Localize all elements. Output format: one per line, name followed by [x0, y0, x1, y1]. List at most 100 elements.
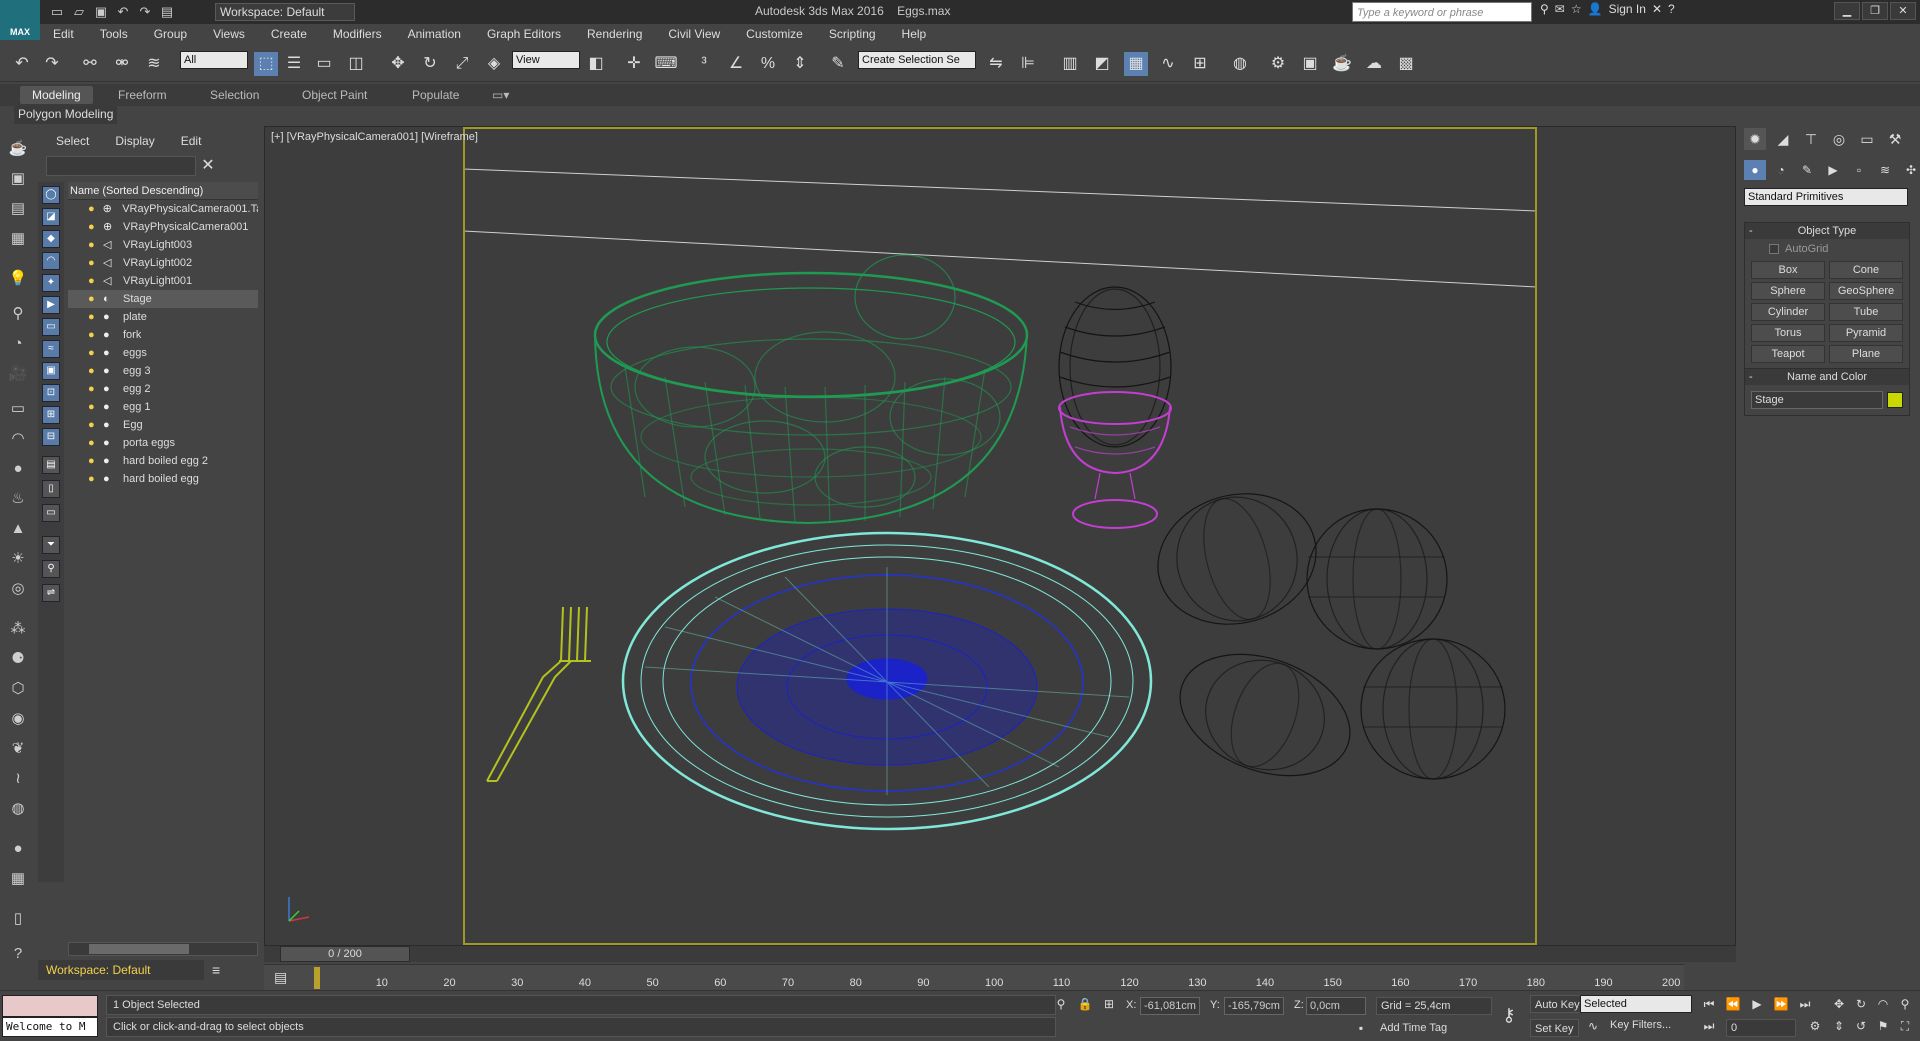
reference-coordinate-dropdown[interactable]: View: [512, 51, 580, 69]
workspace-selector[interactable]: Workspace: Default: [38, 960, 204, 980]
rectangular-selection-icon[interactable]: ▭: [312, 52, 336, 76]
sync-icon[interactable]: ⇌: [42, 584, 60, 602]
move-icon[interactable]: ✥: [386, 52, 410, 76]
utilities-tab-icon[interactable]: ⚒: [1884, 128, 1906, 150]
visibility-bulb-icon[interactable]: ●: [88, 239, 100, 251]
menu-views[interactable]: Views: [200, 27, 258, 41]
visibility-bulb-icon[interactable]: ●: [88, 473, 100, 485]
menu-group[interactable]: Group: [141, 27, 200, 41]
display-helpers-icon[interactable]: ▭: [42, 318, 60, 336]
play-icon[interactable]: ▶: [1748, 997, 1766, 1013]
visibility-bulb-icon[interactable]: ●: [88, 383, 100, 395]
utilities-icon[interactable]: ▯: [7, 908, 29, 930]
systems-category-icon[interactable]: ✣: [1900, 160, 1920, 180]
visibility-bulb-icon[interactable]: ●: [88, 419, 100, 431]
sign-in-link[interactable]: Sign In: [1609, 2, 1646, 16]
communication-center-icon[interactable]: ✉: [1555, 2, 1565, 16]
display-containers-icon[interactable]: ⊟: [42, 428, 60, 446]
display-shapes-icon[interactable]: ◠: [42, 252, 60, 270]
helpers-category-icon[interactable]: ▫: [1848, 160, 1870, 180]
viewport-label[interactable]: [+] [VRayPhysicalCamera001] [Wireframe]: [271, 131, 478, 143]
autogrid-checkbox[interactable]: AutoGrid: [1745, 239, 1909, 259]
pyramid-button[interactable]: Pyramid: [1829, 324, 1903, 342]
ribbon-options-icon[interactable]: ▭▾: [480, 86, 521, 104]
cameras-category-icon[interactable]: ▶: [1822, 160, 1844, 180]
menu-civil-view[interactable]: Civil View: [655, 27, 733, 41]
roll-icon[interactable]: ↺: [1852, 1019, 1870, 1035]
torus-button[interactable]: Torus: [1751, 324, 1825, 342]
z-coordinate-field[interactable]: 0,0cm: [1306, 997, 1366, 1015]
visibility-bulb-icon[interactable]: ●: [88, 221, 100, 233]
se-menu-select[interactable]: Select: [38, 134, 97, 152]
space-warp-icon[interactable]: ◔: [7, 333, 29, 355]
ribbon-panel-polygon-modeling[interactable]: Polygon Modeling: [14, 106, 118, 124]
geometry-category-icon[interactable]: ●: [1744, 160, 1766, 180]
scene-row[interactable]: ● ● egg 3: [68, 362, 258, 380]
checkbox-icon[interactable]: [1769, 244, 1779, 254]
se-menu-display[interactable]: Display: [97, 134, 162, 152]
close-button[interactable]: ✕: [1890, 2, 1916, 20]
display-cameras-icon[interactable]: ▶: [42, 296, 60, 314]
se-menu-edit[interactable]: Edit: [163, 134, 210, 152]
display-bones-icon[interactable]: ⊞: [42, 406, 60, 424]
dynamics-icon[interactable]: ⚈: [7, 648, 29, 670]
current-frame-field[interactable]: 0: [1726, 1019, 1796, 1037]
user-icon[interactable]: 👤: [1588, 2, 1603, 16]
angle-snap-icon[interactable]: ∠: [724, 52, 748, 76]
render-production-icon[interactable]: ☕: [1330, 52, 1354, 76]
save-icon[interactable]: ▣: [92, 3, 110, 21]
find-icon[interactable]: ⚲: [42, 560, 60, 578]
clear-search-icon[interactable]: ✕: [198, 156, 218, 176]
lights-category-icon[interactable]: ✎: [1796, 160, 1818, 180]
workspace-dropdown[interactable]: Workspace: Default: [215, 3, 355, 21]
visibility-bulb-icon[interactable]: ●: [88, 401, 100, 413]
tab-object-paint[interactable]: Object Paint: [290, 86, 379, 104]
teapot-button[interactable]: Teapot: [1751, 345, 1825, 363]
minimize-button[interactable]: ▁: [1834, 2, 1860, 20]
object-color-swatch[interactable]: [1887, 392, 1903, 408]
restore-button[interactable]: ❐: [1862, 2, 1888, 20]
sun-icon[interactable]: ☀: [7, 548, 29, 570]
geosphere-button[interactable]: GeoSphere: [1829, 282, 1903, 300]
rotate-icon[interactable]: ↻: [418, 52, 442, 76]
primitive-type-dropdown[interactable]: Standard Primitives: [1744, 188, 1908, 206]
menu-rendering[interactable]: Rendering: [574, 27, 655, 41]
favorites-icon[interactable]: ☆: [1571, 2, 1582, 16]
object-name-input[interactable]: Stage: [1751, 391, 1884, 409]
scene-explorer-search-input[interactable]: [46, 156, 196, 176]
scene-row[interactable]: ● ● egg 2: [68, 380, 258, 398]
display-spacewarps-icon[interactable]: ≈: [42, 340, 60, 358]
light-bulb-icon[interactable]: 💡: [7, 268, 29, 290]
rendered-frame-window-icon[interactable]: ▣: [1298, 52, 1322, 76]
viewport-camera[interactable]: [+] [VRayPhysicalCamera001] [Wireframe]: [264, 126, 1736, 946]
scene-row[interactable]: ● ● Egg: [68, 416, 258, 434]
particles-icon[interactable]: ⁂: [7, 618, 29, 640]
shell-icon[interactable]: ◍: [7, 798, 29, 820]
menu-help[interactable]: Help: [889, 27, 940, 41]
scene-row-selected[interactable]: ● ◐ Stage: [68, 290, 258, 308]
scene-row[interactable]: ● ⊕ VRayPhysicalCamera001.Ta: [68, 200, 258, 218]
unlink-icon[interactable]: ⚮: [110, 52, 134, 76]
foliage-icon[interactable]: ❦: [7, 738, 29, 760]
keyboard-shortcut-icon[interactable]: ⌨: [654, 52, 678, 76]
scene-row[interactable]: ● ● fork: [68, 326, 258, 344]
menu-create[interactable]: Create: [258, 27, 320, 41]
dolly-icon[interactable]: ⇕: [1830, 1019, 1848, 1035]
pivot-center-icon[interactable]: ◧: [584, 52, 608, 76]
menu-tools[interactable]: Tools: [87, 27, 141, 41]
layer-explorer-icon[interactable]: ◩: [1090, 52, 1114, 76]
go-to-end-icon[interactable]: ⏭: [1796, 997, 1814, 1013]
menu-scripting[interactable]: Scripting: [816, 27, 889, 41]
next-frame-icon[interactable]: ⏩: [1772, 997, 1790, 1013]
key-filters-button[interactable]: Key Filters...: [1610, 1019, 1671, 1031]
tab-freeform[interactable]: Freeform: [106, 86, 179, 104]
key-mode-toggle-icon[interactable]: ⏭: [1700, 1019, 1718, 1035]
selection-lock-icon[interactable]: 🔒: [1076, 997, 1094, 1013]
visibility-bulb-icon[interactable]: ●: [88, 311, 100, 323]
application-menu-button[interactable]: MAX: [0, 0, 40, 40]
scene-row[interactable]: ● ● hard boiled egg 2: [68, 452, 258, 470]
isolate-selection-icon[interactable]: ⚲: [1052, 997, 1070, 1013]
teapot-icon[interactable]: ☕: [7, 138, 29, 160]
absolute-mode-icon[interactable]: ⊞: [1100, 997, 1118, 1013]
new-file-icon[interactable]: ▭: [48, 3, 66, 21]
